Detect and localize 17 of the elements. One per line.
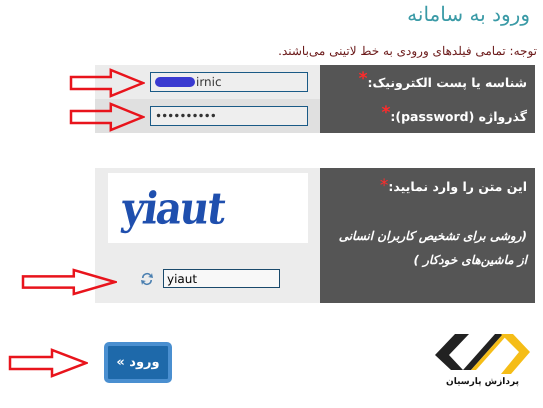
logo-text: پردازش پارسیان [446, 377, 519, 387]
page-title: ورود به سامانه [406, 1, 531, 28]
captcha-image: yiaut [108, 173, 308, 243]
refresh-icon[interactable] [139, 270, 155, 286]
logo-icon [435, 334, 530, 376]
required-mark: * [380, 176, 388, 196]
input-field[interactable]: irnic [150, 72, 308, 92]
required-mark: * [381, 103, 390, 123]
notice-text: توجه: تمامی فیلدهای ورودی به خط لاتینی می‌باشند. [277, 44, 538, 60]
captcha-field[interactable]: yiaut [163, 269, 280, 288]
field-label: گذرواژه (password): [390, 108, 527, 124]
input-field[interactable]: •••••••••• [150, 106, 308, 126]
captcha-hint: (روشی برای تشخیص کاربران انسانی از ماشین‌های خودکار ) [338, 228, 527, 270]
captcha-label: این متن را وارد نمایید: [388, 179, 527, 194]
login-button[interactable]: ورود » [104, 342, 172, 383]
field-label: شناسه یا پست الکترونیک: [367, 74, 527, 90]
required-mark: * [358, 69, 368, 89]
